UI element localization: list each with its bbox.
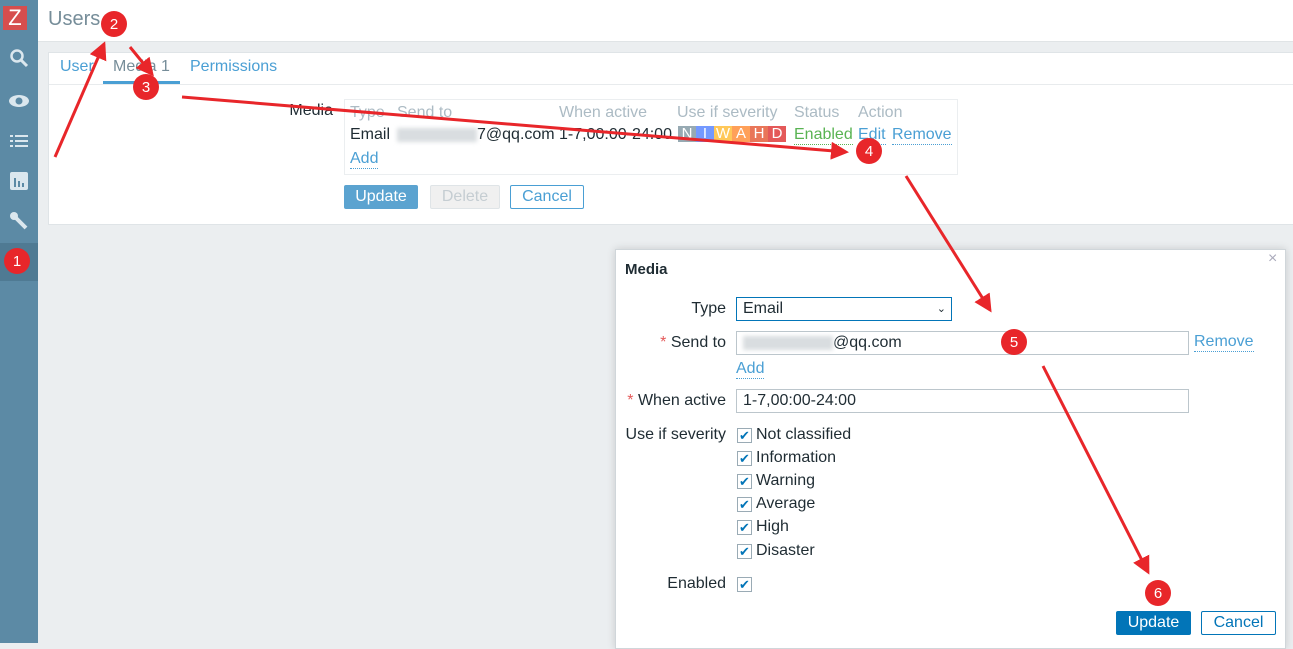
annotation-arrows [53, 41, 1150, 575]
annotation-marker: 1 [4, 248, 30, 274]
annotation-marker: 4 [856, 138, 882, 164]
annotation-marker: 6 [1145, 580, 1171, 606]
arrow-3-4 [181, 95, 849, 160]
annotation-marker: 5 [1001, 329, 1027, 355]
arrow-5-6 [1041, 365, 1150, 575]
annotation-marker: 3 [133, 74, 159, 100]
arrow-4-5 [904, 175, 992, 313]
arrow-2-3 [128, 46, 154, 77]
annotation-marker: 2 [101, 11, 127, 37]
arrow-1-2 [53, 41, 107, 158]
